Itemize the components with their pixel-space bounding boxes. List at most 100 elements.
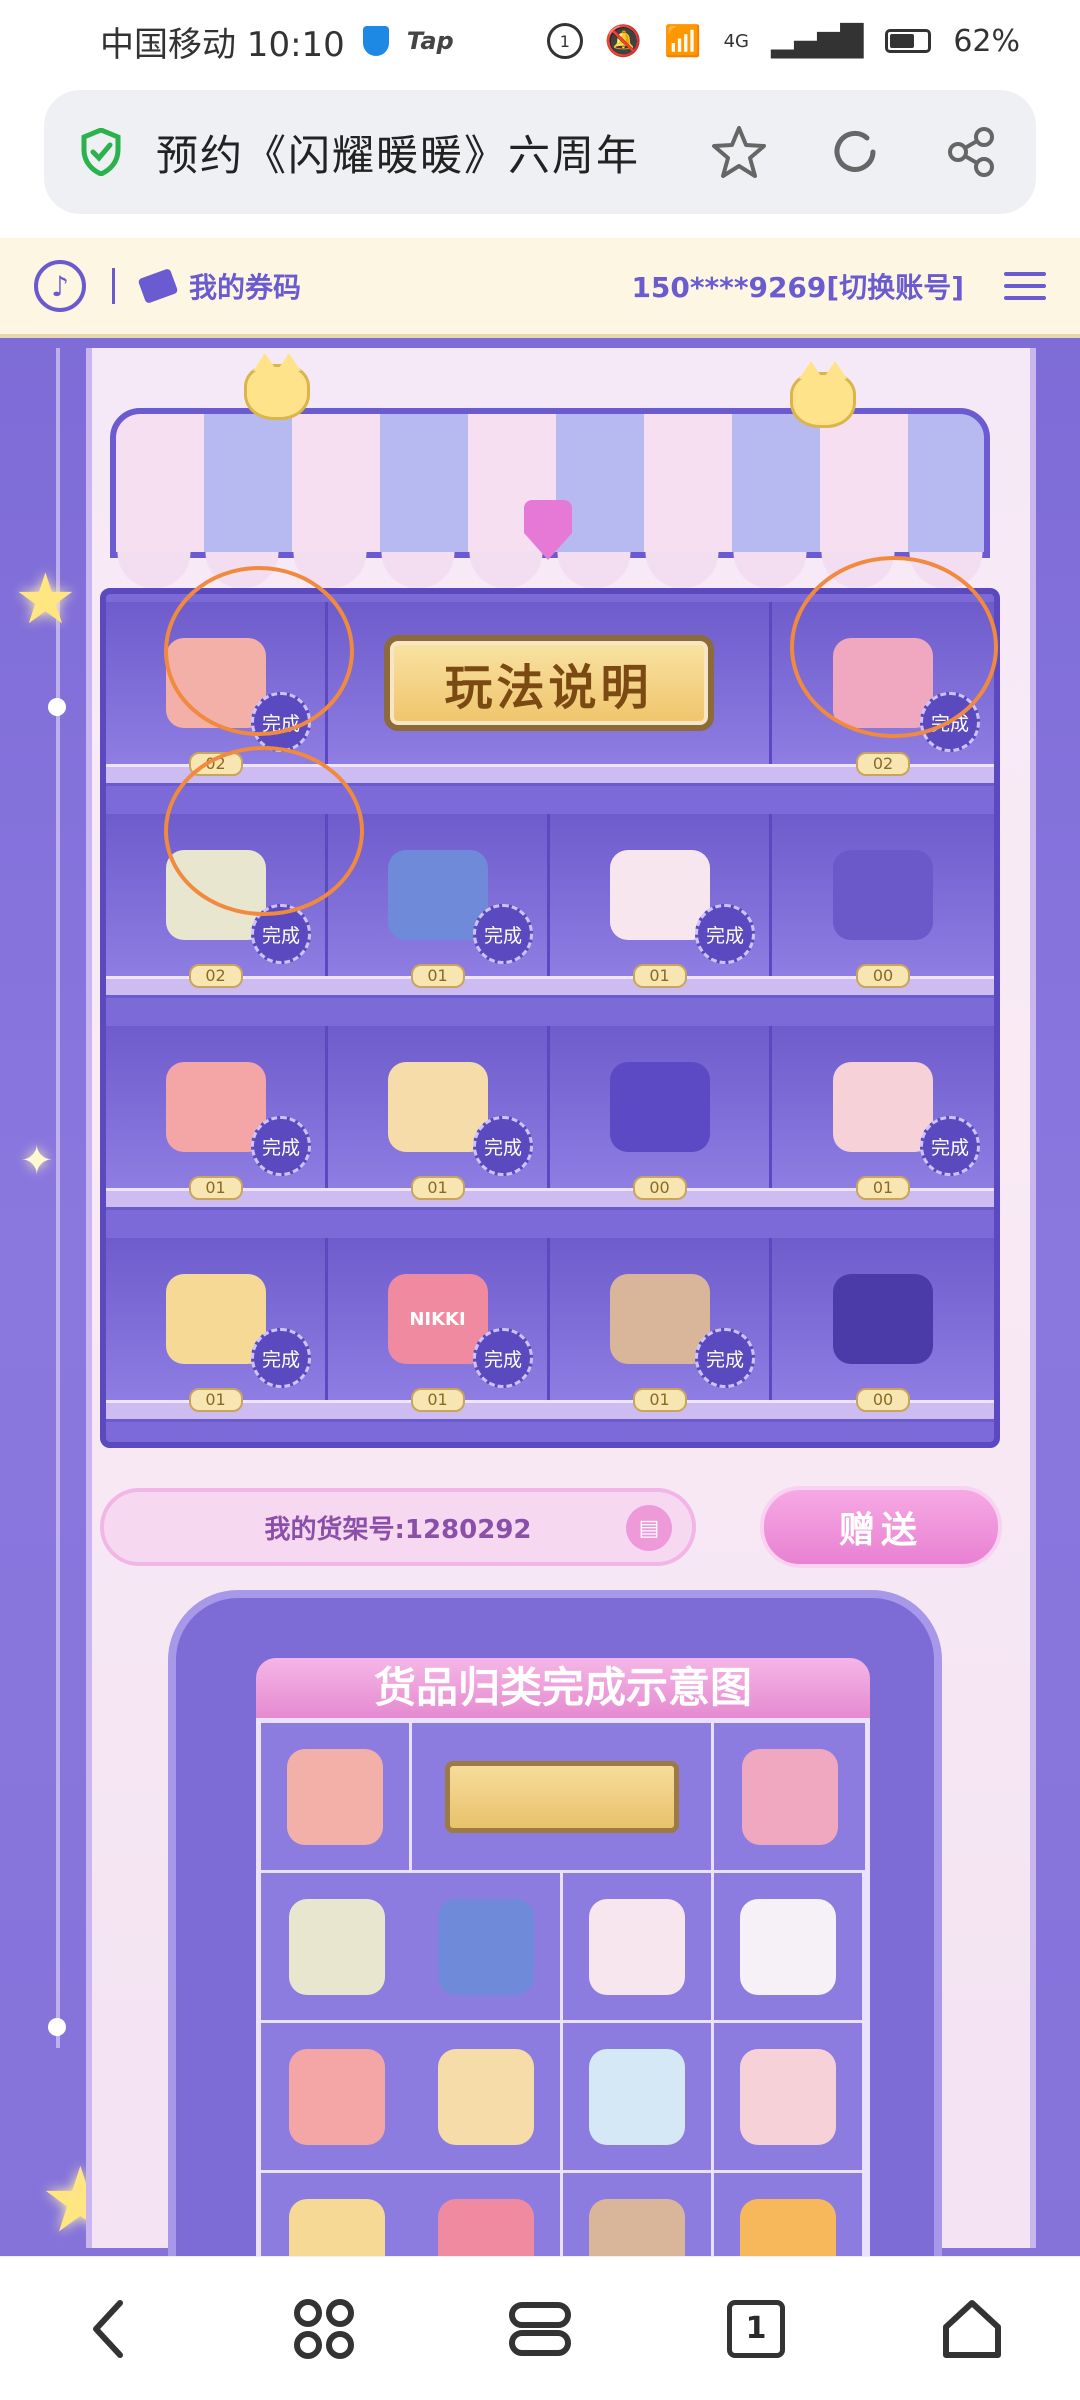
placard-icon [444, 1760, 679, 1833]
shelf-slot-mug[interactable]: 00 [772, 814, 994, 988]
item-count: 01 [410, 1176, 465, 1200]
decor-dot [48, 2018, 66, 2036]
shelf-slot-eyeshadow-palette[interactable]: NIKKI 完成 01 [328, 1238, 550, 1412]
share-icon [948, 127, 994, 177]
signal-icon: ▂▄▆█ [771, 23, 864, 59]
wifi-icon: 📶 [664, 23, 702, 59]
tab-count-button[interactable]: 1 [711, 2284, 801, 2374]
diagram-cell [261, 1873, 412, 2023]
tabs-overview-button[interactable] [495, 2284, 585, 2374]
cake-icon [589, 2198, 685, 2256]
suitcase-icon [387, 1062, 488, 1152]
carrier-time: 中国移动 10:10 [100, 24, 345, 65]
done-stamp: 完成 [920, 1116, 980, 1176]
item-count: 00 [632, 1176, 687, 1200]
shelf-slot-crystal-ball[interactable]: 00 [550, 1026, 772, 1200]
shelf-row: 完成 01 NIKKI 完成 01 完成 01 00 [106, 1238, 994, 1412]
address-bar[interactable]: 预约《闪耀暖暖》六周年 [44, 90, 1036, 214]
cat-mascot-right [790, 361, 856, 428]
photo-album-icon [833, 638, 933, 728]
coupon-icon [137, 267, 179, 305]
shelf-slot-camera[interactable]: 00 [772, 1238, 994, 1412]
diagram-title: 货品归类完成示意图 [256, 1658, 870, 1718]
bookmark-button[interactable] [710, 123, 768, 181]
cap-icon [165, 1062, 266, 1152]
music-toggle-icon[interactable]: ♪ [34, 260, 86, 312]
star-icon [712, 126, 766, 178]
diagram-cell [412, 2023, 563, 2173]
shelf-slot-photo-album[interactable]: 完成 02 [772, 602, 994, 776]
diagram-cell [261, 1723, 412, 1873]
mug-icon [833, 850, 933, 940]
item-count: 01 [188, 1176, 243, 1200]
apps-button[interactable] [279, 2284, 369, 2374]
shelf-slot-cake[interactable]: 完成 01 [550, 1238, 772, 1412]
done-stamp: 完成 [473, 1328, 533, 1388]
sparkle-decoration: ✦ [20, 1138, 54, 1184]
apps-icon [294, 2298, 354, 2359]
shelf-slot-backpack[interactable]: 完成 02 [106, 602, 328, 776]
refresh-icon [834, 130, 876, 172]
decor-dot [48, 698, 66, 716]
item-count: 01 [632, 1388, 687, 1412]
refresh-button[interactable] [826, 123, 884, 181]
moon-pillow-icon [165, 1274, 266, 1364]
done-stamp: 完成 [251, 904, 311, 964]
diagram-cell [261, 2173, 412, 2256]
item-count: 01 [410, 1388, 465, 1412]
shelf-number: 我的货架号:1280292 [264, 1514, 532, 1545]
shelf-slot-flower-basket[interactable]: 完成 02 [106, 814, 328, 988]
back-button[interactable] [63, 2284, 153, 2374]
mute-icon: 🔕 [604, 23, 643, 59]
perfume-icon [387, 850, 488, 940]
shelf-slot-milk-carton[interactable]: 完成 01 [772, 1026, 994, 1200]
home-icon [943, 2299, 1001, 2358]
done-stamp: 完成 [251, 1116, 311, 1176]
diagram-cell [412, 1723, 714, 1873]
star-decoration: ★ [14, 558, 77, 640]
done-stamp: 完成 [920, 692, 980, 752]
shelf-slot-suitcase[interactable]: 完成 01 [328, 1026, 550, 1200]
switch-account-link[interactable]: 150****9269[切换账号] [631, 266, 964, 306]
diagram-cell [412, 2173, 563, 2256]
eyeshadow-palette-icon: NIKKI [387, 1274, 488, 1364]
moon-pillow-icon [288, 2198, 385, 2256]
play-instructions-button[interactable]: 玩法说明 [383, 635, 714, 731]
my-coupon-link[interactable]: 我的券码 [189, 266, 301, 306]
shelf-slot-play-sign[interactable]: 玩法说明 [328, 602, 772, 764]
backpack-icon [165, 638, 266, 728]
page-title[interactable]: 预约《闪耀暖暖》六周年 [156, 122, 640, 183]
tabs-icon [509, 2301, 571, 2356]
gift-button[interactable]: 赠送 [760, 1486, 1002, 1568]
shelf-slot-shell[interactable]: 完成 01 [550, 814, 772, 988]
shelf-slot-moon-pillow[interactable]: 完成 01 [106, 1238, 328, 1412]
item-count: 00 [856, 964, 910, 988]
crystal-ball-icon [609, 1062, 710, 1152]
back-icon [93, 2299, 123, 2358]
done-stamp: 完成 [473, 1116, 533, 1176]
shelf-slot-perfume[interactable]: 完成 01 [328, 814, 550, 988]
done-stamp: 完成 [473, 904, 533, 964]
item-count: 01 [188, 1388, 243, 1412]
copy-icon[interactable]: ▤ [626, 1505, 672, 1551]
home-button[interactable] [927, 2284, 1017, 2374]
perfume-icon [438, 1898, 534, 1995]
item-count: 01 [856, 1176, 910, 1200]
eyeshadow-palette-icon [438, 2198, 534, 2256]
menu-icon[interactable] [1004, 272, 1046, 300]
battery-icon [885, 29, 932, 53]
network-label: 4G [723, 30, 750, 52]
cat-mascot-left [244, 353, 310, 420]
photo-album-icon [741, 1748, 838, 1845]
share-button[interactable] [942, 123, 1000, 181]
item-count: 00 [856, 1388, 910, 1412]
shelf-slot-cap[interactable]: 完成 01 [106, 1026, 328, 1200]
done-stamp: 完成 [695, 904, 755, 964]
diagram-cell [714, 1723, 865, 1873]
bottom-nav: 1 [0, 2256, 1080, 2400]
item-count: 01 [410, 964, 465, 988]
item-count: 02 [188, 964, 243, 988]
tap-logo: Tap [406, 27, 454, 55]
status-bar: 中国移动 10:10 Tap 1 🔕 📶 4G ▂▄▆█ 62% [0, 0, 1080, 82]
awning-scallop [110, 552, 990, 592]
